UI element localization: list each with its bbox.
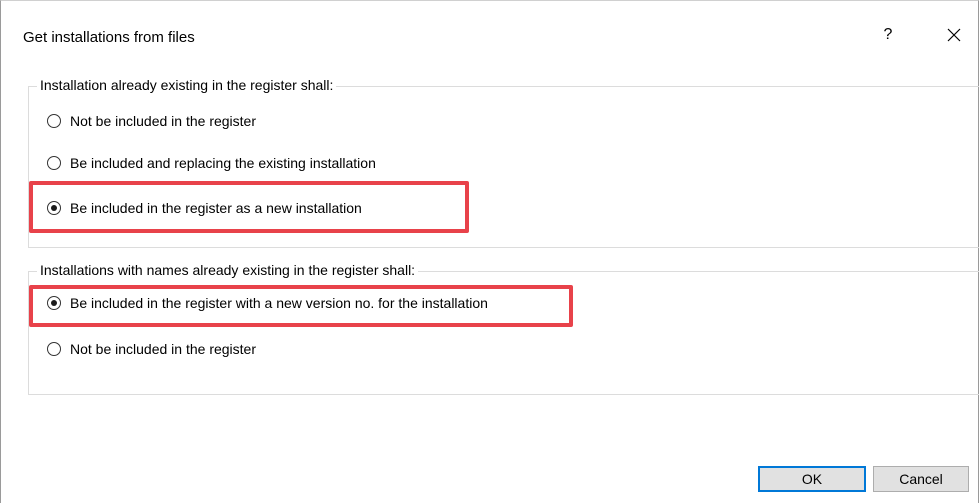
radio-label: Be included in the register as a new ins… [70, 200, 362, 216]
radio-button[interactable] [47, 114, 61, 128]
ok-button[interactable]: OK [758, 466, 866, 492]
radio-button-checked[interactable] [47, 296, 61, 310]
dialog-title: Get installations from files [23, 29, 195, 46]
close-icon [947, 28, 961, 42]
radio-label: Not be included in the register [70, 113, 256, 129]
radio-button-checked[interactable] [47, 201, 61, 215]
cancel-button[interactable]: Cancel [873, 466, 969, 492]
existing-names-group: Installations with names already existin… [28, 262, 979, 395]
existing-names-legend: Installations with names already existin… [37, 262, 419, 278]
radio-button[interactable] [47, 342, 61, 356]
radio-label: Not be included in the register [70, 341, 256, 357]
dialog-window: Get installations from files ? Installat… [0, 0, 979, 503]
help-button[interactable]: ? [877, 23, 899, 47]
radio-new-installation[interactable]: Be included in the register as a new ins… [47, 198, 362, 218]
radio-label: Be included and replacing the existing i… [70, 155, 376, 171]
radio-button[interactable] [47, 156, 61, 170]
radio-names-not-included[interactable]: Not be included in the register [47, 339, 256, 359]
existing-installation-group: Installation already existing in the reg… [28, 77, 979, 248]
radio-replace-existing[interactable]: Be included and replacing the existing i… [47, 153, 376, 173]
existing-installation-legend: Installation already existing in the reg… [37, 77, 337, 93]
radio-not-included[interactable]: Not be included in the register [47, 111, 256, 131]
radio-new-version[interactable]: Be included in the register with a new v… [47, 293, 488, 313]
close-button[interactable] [942, 21, 966, 47]
radio-label: Be included in the register with a new v… [70, 295, 488, 311]
